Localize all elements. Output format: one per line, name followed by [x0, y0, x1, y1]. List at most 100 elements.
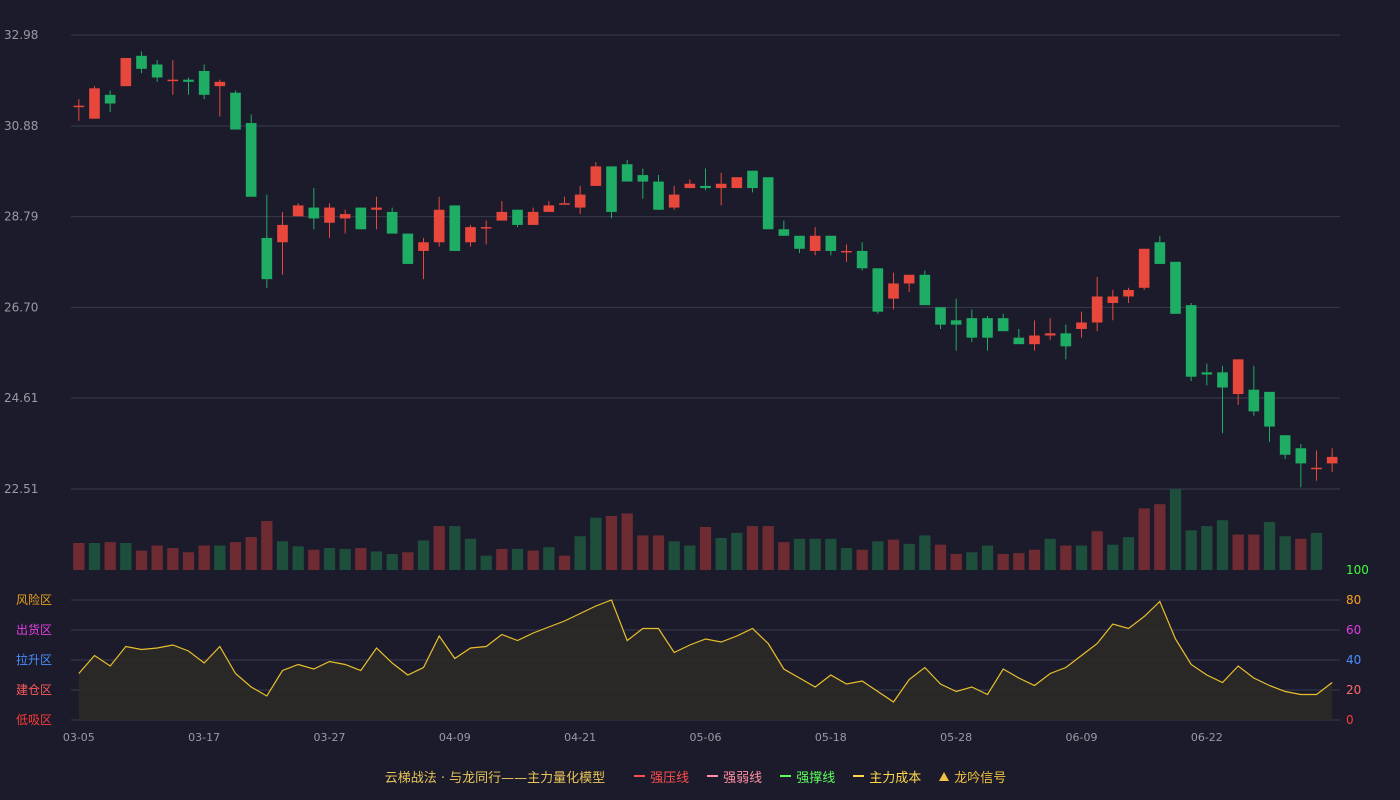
volume-bar: [715, 537, 727, 570]
x-tick-label: 03-17: [188, 731, 220, 744]
candle-body: [935, 307, 946, 325]
line-dashed-icon: [853, 775, 865, 777]
volume-bar: [1044, 538, 1056, 570]
candle-body: [402, 233, 414, 264]
candle-body: [1232, 359, 1244, 395]
legend-item-main-cost[interactable]: 主力成本: [853, 767, 921, 786]
candle-body: [1138, 248, 1150, 288]
volume-bar: [464, 538, 477, 570]
candle-body: [997, 318, 1009, 332]
volume-bar: [1263, 521, 1276, 570]
x-tick-label: 04-09: [439, 731, 471, 744]
x-tick-label: 03-05: [63, 731, 95, 744]
volume-bar: [809, 538, 821, 570]
volume-bar: [292, 546, 304, 570]
volume-bar: [1295, 538, 1307, 570]
volume-bar: [1107, 544, 1119, 570]
candle-body: [684, 183, 696, 189]
volume-bar: [997, 553, 1009, 570]
volume-bar: [182, 552, 195, 570]
volume-bar: [1216, 520, 1229, 570]
candle-body: [480, 227, 492, 229]
candle-body: [433, 209, 445, 243]
volume-bar: [1138, 508, 1150, 570]
volume-bar: [1091, 531, 1103, 570]
volume-bar: [167, 548, 179, 570]
legend-label: 强压线: [650, 770, 690, 786]
x-tick-label: 04-21: [564, 731, 596, 744]
candle-body: [794, 235, 805, 249]
candle-body: [120, 57, 132, 87]
legend-item-strong-support[interactable]: 强撑线: [780, 767, 835, 786]
candle-body: [104, 94, 116, 104]
volume-bar: [135, 550, 148, 570]
volume-bar: [1028, 549, 1041, 570]
candle-body: [982, 318, 993, 338]
stock-chart: 32.98 30.88 28.79 26.70 24.61 22.51 100 80 60 40 2…: [4, 28, 1369, 744]
volume-bar: [496, 548, 508, 570]
indicator-y-tick-label: 40: [1346, 653, 1361, 667]
candle-body: [371, 207, 382, 210]
legend-item-strong-resistance[interactable]: 强压线: [634, 767, 689, 786]
candle-body: [590, 166, 602, 186]
volume-bar: [543, 547, 555, 570]
volume-bar: [1232, 534, 1244, 570]
legend-item-dragon-signal[interactable]: 龙吟信号: [939, 767, 1006, 786]
volume-bar: [699, 526, 712, 570]
volume-bar: [480, 555, 492, 570]
volume-bar: [574, 536, 586, 570]
price-y-tick-label: 22.51: [4, 482, 38, 496]
candle-body: [668, 194, 680, 208]
line-solid-icon: [780, 775, 792, 777]
indicator-zone-label: 风险区: [16, 592, 52, 607]
candle-body: [841, 250, 852, 253]
volume-bar: [245, 537, 257, 570]
volume-bar: [778, 542, 790, 570]
volume-bar: [919, 535, 931, 570]
indicator-zone-label: 拉升区: [16, 652, 52, 667]
volume-bar: [151, 545, 163, 570]
candle-body: [1217, 372, 1228, 388]
candle-body: [1311, 467, 1322, 470]
candle-body: [1013, 337, 1025, 345]
indicator-zone-label: 建仓区: [16, 683, 52, 697]
volume-bar: [605, 516, 618, 570]
volume-bar: [449, 526, 461, 570]
volume-bar: [323, 548, 336, 570]
volume-bar: [590, 517, 602, 570]
volume-bar: [386, 553, 398, 570]
candle-body: [136, 55, 147, 69]
indicator-zone-label: 低吸区: [16, 713, 52, 727]
candle-body: [919, 274, 931, 306]
candle-body: [245, 123, 257, 197]
candle-body: [151, 64, 163, 78]
volume-bar: [1169, 489, 1182, 570]
volume-bar: [887, 539, 900, 570]
price-y-tick-label: 28.79: [4, 210, 38, 224]
x-tick-label: 05-06: [690, 731, 722, 744]
price-y-tick-label: 26.70: [4, 300, 38, 314]
candle-body: [324, 207, 335, 223]
candle-body: [230, 92, 241, 130]
candle-body: [653, 181, 664, 210]
volume-bar: [1201, 526, 1213, 570]
volume-bar: [261, 521, 273, 570]
volume-bar: [433, 526, 445, 570]
volume-bar: [1075, 545, 1088, 570]
candle-body: [1060, 333, 1072, 347]
price-y-tick-label: 32.98: [4, 28, 38, 42]
legend-title: 云梯战法 · 与龙同行——主力量化模型: [384, 770, 606, 786]
candle-body: [1091, 296, 1103, 323]
legend-label: 强弱线: [723, 770, 763, 786]
candle-body: [606, 166, 617, 212]
volume-bar: [903, 543, 915, 570]
volume-bar: [966, 552, 978, 570]
candle-body: [715, 183, 727, 189]
candle-body: [1279, 435, 1291, 455]
legend-item-strength-line[interactable]: 强弱线: [707, 767, 762, 786]
candle-body: [1201, 372, 1213, 375]
volume-bar: [355, 548, 367, 570]
volume-bar: [120, 543, 132, 570]
volume-bar: [950, 553, 962, 570]
candle-body: [183, 79, 194, 82]
